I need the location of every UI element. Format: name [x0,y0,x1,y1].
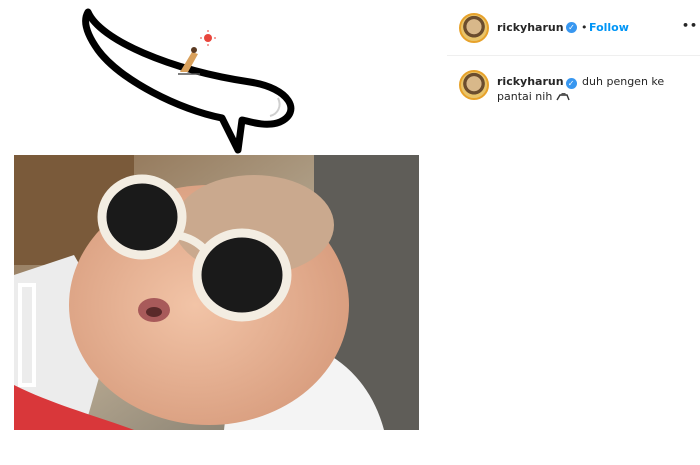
beach-lounger-icon [556,93,570,101]
separator-dot: • [581,21,588,34]
author-avatar[interactable] [459,13,489,43]
beach-chair-sticker [178,30,216,75]
author-username[interactable]: rickyharun [497,21,564,34]
verified-badge-icon: ✓ [565,78,577,89]
more-options-icon[interactable]: •• [682,19,698,32]
caption-username[interactable]: rickyharun [497,75,564,88]
speech-bubble-sticker [82,8,295,154]
post-header: rickyharun ✓ • Follow •• [447,0,700,56]
caption-avatar[interactable] [459,70,489,100]
caption-comment: rickyharun ✓ duh pengen ke pantai nih [447,60,700,110]
post-photo [14,155,419,430]
verified-badge-icon: ✓ [566,22,577,33]
follow-button[interactable]: Follow [589,21,629,34]
caption-text: rickyharun ✓ duh pengen ke pantai nih [497,74,697,104]
post-sidebar: rickyharun ✓ • Follow •• rickyharun ✓ duh… [447,0,700,465]
post-media [0,0,440,465]
